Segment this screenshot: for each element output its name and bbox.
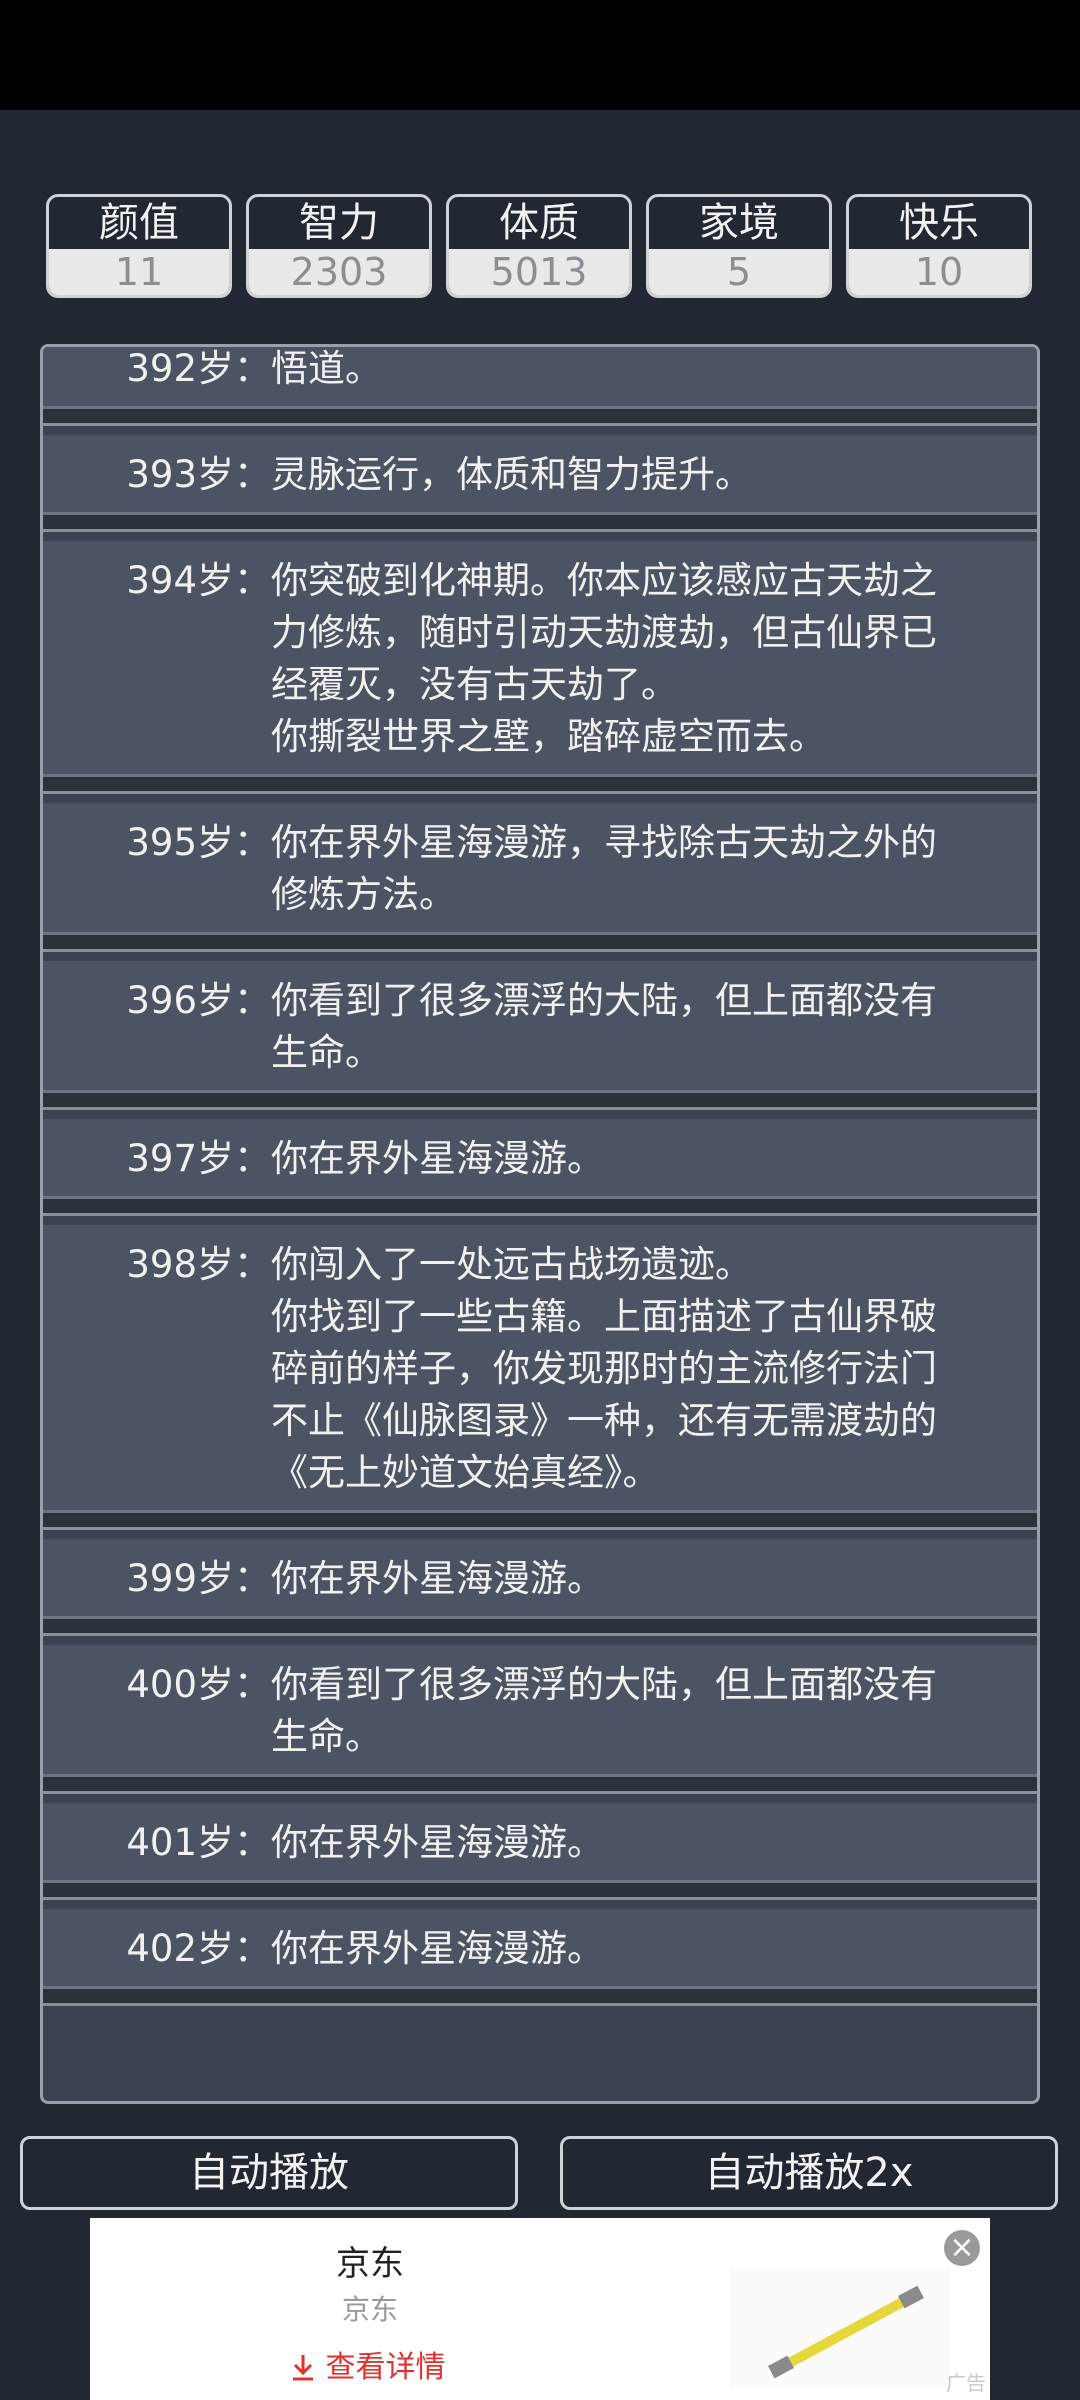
- ad-title: 京东: [336, 2244, 404, 2284]
- log-age: 397岁：: [126, 1137, 271, 1180]
- stat-value: 5013: [449, 249, 629, 295]
- log-age: 398岁：: [126, 1243, 271, 1286]
- stats-bar: 颜值 11 智力 2303 体质 5013 家境 5 快乐 10: [46, 194, 1034, 300]
- stat-value: 10: [849, 249, 1029, 295]
- log-age: 400岁：: [126, 1663, 271, 1706]
- ad-details-label: 查看详情: [325, 2350, 446, 2385]
- stat-appearance: 颜值 11: [46, 194, 232, 298]
- log-entry: 395岁： 你在界外星海漫游，寻找除古天劫之外的 修炼方法。: [43, 803, 1037, 949]
- ad-tag: 广告: [946, 2371, 986, 2395]
- log-text: 你闯入了一处远古战场遗迹。 你找到了一些古籍。上面描述了古仙界破 碎前的样子，你…: [271, 1243, 937, 1494]
- log-age: 402岁：: [126, 1927, 271, 1970]
- ad-banner[interactable]: 京东 京东 查看详情 × 广告: [90, 2218, 990, 2400]
- download-arrow-icon: [293, 2355, 313, 2381]
- stat-label: 智力: [299, 200, 379, 246]
- ad-details-link[interactable]: 查看详情: [290, 2342, 446, 2386]
- stat-family: 家境 5: [646, 194, 832, 298]
- log-text: 你看到了很多漂浮的大陆，但上面都没有 生命。: [271, 1663, 937, 1758]
- stat-value: 5: [649, 249, 829, 295]
- stat-happiness: 快乐 10: [846, 194, 1032, 298]
- stat-label: 家境: [699, 200, 779, 246]
- log-age: 394岁：: [126, 559, 271, 602]
- log-text: 你在界外星海漫游，寻找除古天劫之外的 修炼方法。: [271, 821, 937, 916]
- log-text: 悟道。: [271, 347, 382, 390]
- log-age: 393岁：: [126, 453, 271, 496]
- stat-constitution: 体质 5013: [446, 194, 632, 298]
- status-bar: [0, 0, 1080, 110]
- stat-value: 11: [49, 249, 229, 295]
- stat-value: 2303: [249, 249, 429, 295]
- stat-intelligence: 智力 2303: [246, 194, 432, 298]
- log-text: 你在界外星海漫游。: [271, 1927, 604, 1970]
- log-entry: 400岁： 你看到了很多漂浮的大陆，但上面都没有 生命。: [43, 1645, 1037, 1791]
- auto-play-button[interactable]: 自动播放: [20, 2136, 518, 2210]
- log-text: 你看到了很多漂浮的大陆，但上面都没有 生命。: [271, 979, 937, 1074]
- log-text: 你突破到化神期。你本应该感应古天劫之 力修炼，随时引动天劫渡劫，但古仙界已 经覆…: [271, 559, 937, 758]
- log-age: 401岁：: [126, 1821, 271, 1864]
- log-entry: 394岁： 你突破到化神期。你本应该感应古天劫之 力修炼，随时引动天劫渡劫，但古…: [43, 541, 1037, 791]
- log-entry: 398岁： 你闯入了一处远古战场遗迹。 你找到了一些古籍。上面描述了古仙界破 碎…: [43, 1225, 1037, 1527]
- log-entry: 402岁： 你在界外星海漫游。: [43, 1909, 1037, 2003]
- stat-label: 体质: [499, 200, 579, 246]
- stat-label: 快乐: [899, 200, 979, 246]
- log-age: 399岁：: [126, 1557, 271, 1600]
- stat-label: 颜值: [99, 200, 179, 246]
- log-text: 你在界外星海漫游。: [271, 1821, 604, 1864]
- log-entry: 393岁： 灵脉运行，体质和智力提升。: [43, 435, 1037, 529]
- auto-play-2x-button[interactable]: 自动播放2x: [560, 2136, 1058, 2210]
- life-log-panel[interactable]: 392岁： 悟道。 393岁： 灵脉运行，体质和智力提升。 394岁： 你突破到…: [40, 344, 1040, 2104]
- log-text: 灵脉运行，体质和智力提升。: [271, 453, 752, 496]
- log-entry: 401岁： 你在界外星海漫游。: [43, 1803, 1037, 1897]
- log-entry: 397岁： 你在界外星海漫游。: [43, 1119, 1037, 1213]
- close-icon[interactable]: ×: [944, 2230, 980, 2266]
- ad-product-image: [730, 2268, 950, 2388]
- log-age: 395岁：: [126, 821, 271, 864]
- log-entry: 399岁： 你在界外星海漫游。: [43, 1539, 1037, 1633]
- log-age: 396岁：: [126, 979, 271, 1022]
- ad-subtitle: 京东: [341, 2293, 398, 2326]
- log-text: 你在界外星海漫游。: [271, 1137, 604, 1180]
- log-text: 你在界外星海漫游。: [271, 1557, 604, 1600]
- life-log-list: 392岁： 悟道。 393岁： 灵脉运行，体质和智力提升。 394岁： 你突破到…: [43, 347, 1037, 2015]
- log-age: 392岁：: [126, 347, 271, 390]
- log-entry: 396岁： 你看到了很多漂浮的大陆，但上面都没有 生命。: [43, 961, 1037, 1107]
- log-entry: 392岁： 悟道。: [43, 347, 1037, 423]
